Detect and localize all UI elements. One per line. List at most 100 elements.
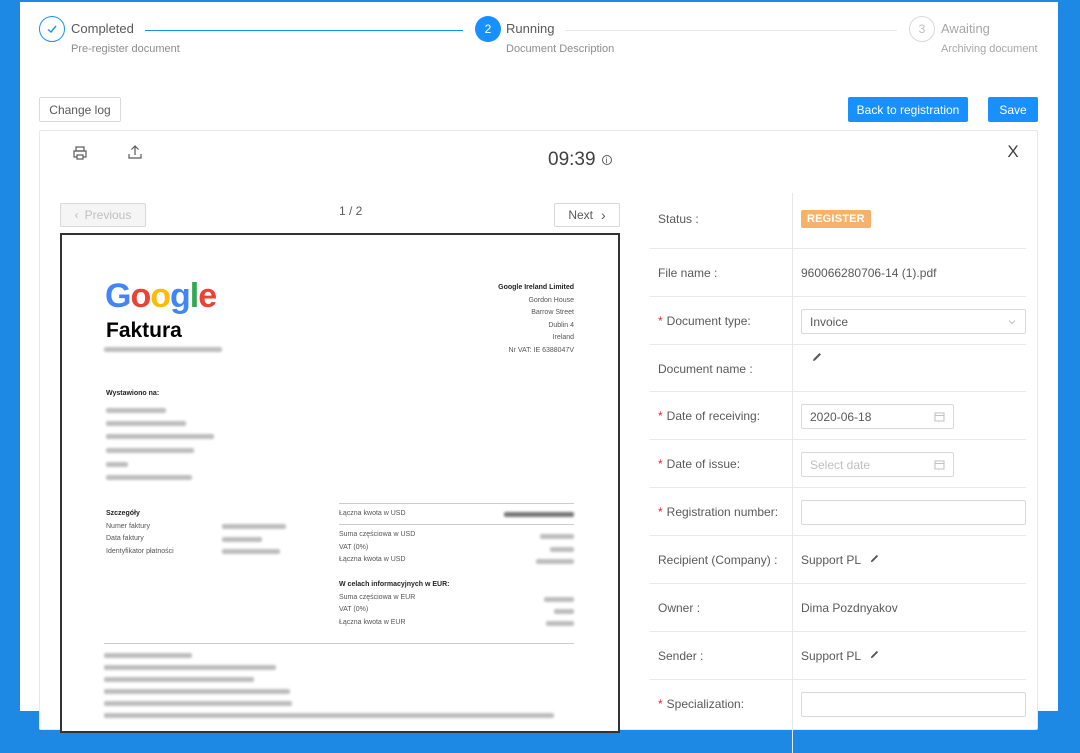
status-label: Status : (658, 212, 699, 226)
step-2-number: 2 (475, 16, 501, 42)
step-3-title: Awaiting (941, 21, 990, 36)
specialization-input[interactable] (801, 692, 1026, 717)
company-name: Google Ireland Limited (498, 284, 574, 291)
date-receiving-row: * Date of receiving: 2020-06-18 (650, 392, 1026, 440)
eur-row: VAT (0%) (339, 606, 369, 613)
date-issue-placeholder: Select date (810, 457, 871, 472)
owner-label: Owner : (658, 601, 701, 615)
owner-value: Dima Pozdnyakov (801, 601, 898, 615)
sender-label: Sender : (658, 649, 704, 663)
details-row: Numer faktury (106, 522, 150, 530)
step-2-title: Running (506, 21, 555, 36)
issued-to: Wystawiono na: (106, 388, 159, 401)
document-type-select[interactable]: Invoice (801, 309, 1026, 334)
eur-label: W celach informacyjnych w EUR: (339, 581, 450, 588)
address-line: Gordon House (528, 296, 574, 304)
registration-number-input[interactable] (801, 500, 1026, 525)
document-type-row: * Document type: Invoice (650, 297, 1026, 345)
invoice-title: Faktura (106, 319, 182, 342)
step-connector-1 (145, 30, 463, 31)
sender-name: Support PL (801, 649, 862, 663)
document-type-value: Invoice (810, 314, 849, 329)
date-issue-row: * Date of issue: Select date (650, 440, 1026, 488)
file-name-value: 960066280706-14 (1).pdf (801, 266, 937, 280)
step-3-number: 3 (909, 16, 935, 42)
company-address: Google Ireland Limited Gordon House Barr… (498, 282, 574, 357)
redacted-text (104, 677, 254, 682)
printer-icon[interactable] (70, 143, 90, 163)
redacted-text (546, 621, 574, 626)
chevron-down-icon (1008, 319, 1016, 324)
edit-pencil-icon[interactable] (811, 351, 823, 366)
step-2-description: Document Description (506, 43, 615, 55)
recipient-name: Support PL (801, 553, 862, 567)
page-indicator: 1 / 2 (339, 204, 363, 218)
usd-breakdown: Suma częściowa w USD VAT (0%) Łączna kwo… (339, 529, 415, 567)
redacted-text (504, 512, 574, 517)
next-page-button[interactable]: Next › (554, 203, 620, 227)
eur-row: Suma częściowa w EUR (339, 593, 416, 601)
close-icon[interactable]: X (1003, 142, 1023, 162)
timer-value: 09:39 (548, 149, 596, 170)
redacted-text (104, 665, 276, 670)
redacted-text (540, 534, 574, 539)
edit-pencil-icon[interactable] (869, 649, 880, 663)
usd-row: Łączna kwota w USD (339, 556, 406, 563)
date-receiving-picker[interactable]: 2020-06-18 (801, 404, 954, 429)
redacted-text (106, 475, 192, 480)
redacted-text (550, 547, 574, 552)
eur-breakdown: W celach informacyjnych w EUR: Suma częś… (339, 579, 449, 629)
file-name-row: File name : 960066280706-14 (1).pdf (650, 249, 1026, 297)
step-3-description: Archiving document (941, 43, 1038, 55)
file-name-label: File name : (658, 266, 718, 280)
document-name-row: Document name : (650, 345, 1026, 392)
document-type-label: * Document type: (658, 314, 751, 328)
address-line: Ireland (552, 334, 574, 341)
address-line: Dublin 4 (548, 321, 574, 329)
redacted-text (106, 408, 166, 413)
back-to-registration-button[interactable]: Back to registration (848, 97, 968, 122)
usd-row: VAT (0%) (339, 543, 369, 551)
divider (104, 643, 574, 644)
timer: 09:39 i (548, 149, 612, 171)
address-line: Barrow Street (531, 309, 574, 316)
registration-number-label: * Registration number: (658, 505, 779, 519)
recipient-label: Recipient (Company) : (658, 553, 778, 567)
change-log-button[interactable]: Change log (39, 97, 121, 122)
recipient-row: Recipient (Company) : Support PL (650, 536, 1026, 584)
progress-steps: Completed Pre-register document 2 Runnin… (20, 2, 1058, 72)
upload-icon[interactable] (125, 142, 145, 162)
calendar-icon (934, 412, 945, 422)
previous-page-button[interactable]: ‹ Previous (60, 203, 146, 227)
status-badge: REGISTER (801, 210, 871, 228)
date-receiving-value: 2020-06-18 (810, 409, 872, 424)
usd-row: Suma częściowa w USD (339, 531, 416, 538)
save-button[interactable]: Save (988, 97, 1038, 122)
redacted-text (104, 653, 192, 658)
redacted-text (544, 597, 574, 602)
edit-pencil-icon[interactable] (869, 553, 880, 567)
previous-label: Previous (84, 208, 132, 222)
details-row: Data faktury (106, 535, 144, 542)
registration-number-row: * Registration number: (650, 488, 1026, 536)
info-icon[interactable]: i (601, 155, 612, 165)
google-logo: Google (105, 277, 217, 315)
date-issue-picker[interactable]: Select date (801, 452, 954, 477)
chevron-left-icon: ‹ (74, 208, 79, 222)
details-section: Szczegóły Numer faktury Data faktury Ide… (106, 508, 174, 558)
redacted-text (104, 713, 554, 718)
redacted-text (106, 448, 194, 453)
specialization-row: * Specialization: (650, 680, 1026, 740)
document-name-label: Document name : (658, 362, 753, 376)
sender-value: Support PL (801, 649, 880, 663)
step-1-title: Completed (71, 21, 134, 36)
redacted-text (554, 609, 574, 614)
redacted-text (106, 462, 128, 467)
chevron-right-icon: › (601, 207, 606, 223)
step-1-description: Pre-register document (71, 43, 180, 55)
date-issue-label: * Date of issue: (658, 457, 741, 471)
owner-row: Owner : Dima Pozdnyakov (650, 584, 1026, 632)
specialization-label: * Specialization: (658, 697, 745, 711)
recipient-value: Support PL (801, 553, 880, 567)
step-completed-check-icon (39, 16, 65, 42)
